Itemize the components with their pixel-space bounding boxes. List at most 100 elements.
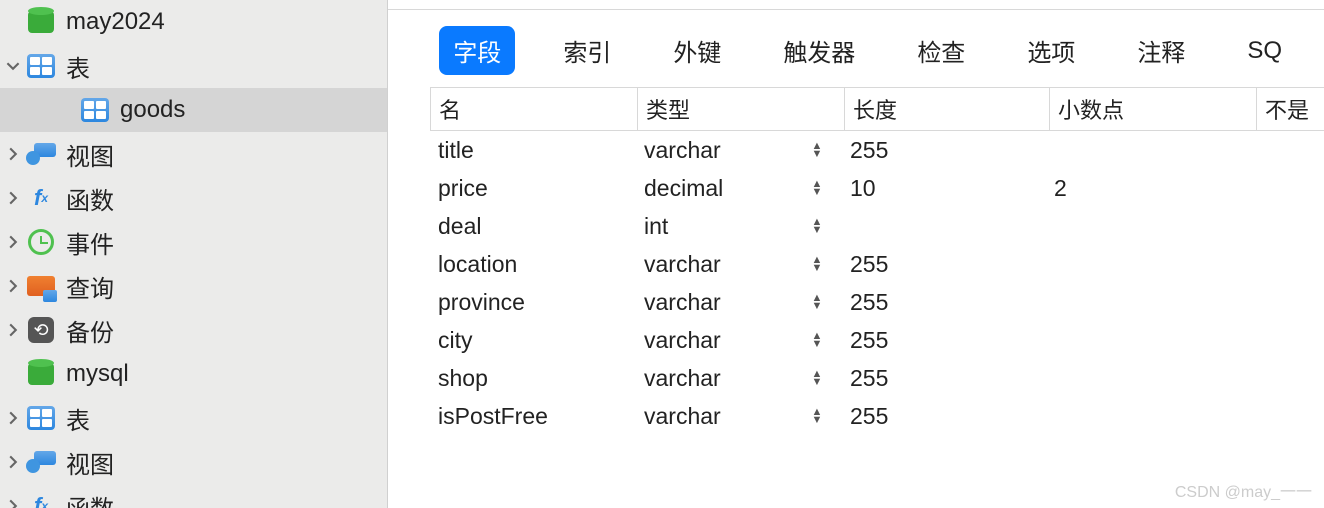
queries-label: 查询	[66, 269, 114, 304]
header-type[interactable]: 类型	[638, 93, 844, 125]
table-icon	[80, 95, 110, 125]
cell-name[interactable]: province	[430, 289, 636, 316]
sidebar-item-views-2[interactable]: 视图	[0, 440, 387, 484]
db-mysql[interactable]: mysql	[0, 352, 387, 396]
cell-type[interactable]: varchar	[636, 137, 792, 164]
cell-name[interactable]: city	[430, 327, 636, 354]
column-rows: title varchar ▲▼ 255 price decimal ▲▼ 10…	[430, 131, 1324, 435]
stepper-icon[interactable]: ▲▼	[792, 332, 842, 348]
function-icon: fx	[26, 491, 56, 508]
tables-label: 表	[66, 49, 90, 84]
sidebar-item-tables[interactable]: 表	[0, 44, 387, 88]
tabs: 字段 索引 外键 触发器 检查 选项 注释 SQ	[388, 10, 1324, 87]
table-row[interactable]: province varchar ▲▼ 255	[430, 283, 1324, 321]
functions-label: 函数	[66, 181, 114, 216]
tab-triggers[interactable]: 触发器	[769, 26, 869, 75]
watermark: CSDN @may_一一	[1175, 478, 1312, 502]
cell-type[interactable]: int	[636, 213, 792, 240]
cell-length[interactable]: 255	[842, 327, 1046, 354]
stepper-icon[interactable]: ▲▼	[792, 218, 842, 234]
columns-area: 名 类型 长度 小数点 不是 title varchar ▲▼ 255 pric…	[388, 87, 1324, 508]
header-decimals[interactable]: 小数点	[1050, 93, 1256, 125]
tab-checks[interactable]: 检查	[903, 26, 979, 75]
backup-icon: ⟲	[26, 315, 56, 345]
table-row[interactable]: isPostFree varchar ▲▼ 255	[430, 397, 1324, 435]
cell-name[interactable]: shop	[430, 365, 636, 392]
db-label: mysql	[66, 360, 129, 388]
sidebar-item-queries[interactable]: 查询	[0, 264, 387, 308]
sidebar-item-goods[interactable]: goods	[0, 88, 387, 132]
column-header-row: 名 类型 长度 小数点 不是	[430, 87, 1324, 131]
cell-length[interactable]: 255	[842, 251, 1046, 278]
stepper-icon[interactable]: ▲▼	[792, 256, 842, 272]
tab-sql[interactable]: SQ	[1233, 30, 1296, 72]
chevron-right-icon	[6, 191, 20, 205]
chevron-right-icon	[6, 455, 20, 469]
cell-length[interactable]: 255	[842, 365, 1046, 392]
tab-comment[interactable]: 注释	[1123, 26, 1199, 75]
header-notnull[interactable]: 不是	[1257, 93, 1324, 125]
chevron-right-icon	[6, 499, 20, 508]
database-icon	[26, 359, 56, 389]
table-icon	[26, 51, 56, 81]
tab-options[interactable]: 选项	[1013, 26, 1089, 75]
views-label: 视图	[66, 137, 114, 172]
table-row[interactable]: deal int ▲▼	[430, 207, 1324, 245]
function-icon: fx	[26, 183, 56, 213]
chevron-right-icon	[6, 235, 20, 249]
tables-label: 表	[66, 401, 90, 436]
db-may2024[interactable]: may2024	[0, 0, 387, 44]
tab-fields[interactable]: 字段	[439, 26, 515, 75]
stepper-icon[interactable]: ▲▼	[792, 408, 842, 424]
sidebar-item-functions[interactable]: fx 函数	[0, 176, 387, 220]
main-panel: 字段 索引 外键 触发器 检查 选项 注释 SQ 名 类型 长度 小数点 不是 …	[388, 0, 1324, 508]
table-row[interactable]: price decimal ▲▼ 10 2	[430, 169, 1324, 207]
query-icon	[26, 271, 56, 301]
functions-label: 函数	[66, 489, 114, 508]
cell-length[interactable]: 255	[842, 403, 1046, 430]
sidebar-item-backups[interactable]: ⟲ 备份	[0, 308, 387, 352]
cell-type[interactable]: decimal	[636, 175, 792, 202]
header-length[interactable]: 长度	[845, 93, 1049, 125]
sidebar-item-views[interactable]: 视图	[0, 132, 387, 176]
cell-length[interactable]: 255	[842, 289, 1046, 316]
table-row[interactable]: city varchar ▲▼ 255	[430, 321, 1324, 359]
cell-type[interactable]: varchar	[636, 289, 792, 316]
sidebar: may2024 表 goods 视图 fx 函数 事件 查询 ⟲ 备份 mysq…	[0, 0, 388, 508]
cell-type[interactable]: varchar	[636, 251, 792, 278]
tab-foreign-keys[interactable]: 外键	[659, 26, 735, 75]
sidebar-item-events[interactable]: 事件	[0, 220, 387, 264]
database-icon	[26, 7, 56, 37]
chevron-right-icon	[6, 323, 20, 337]
cell-type[interactable]: varchar	[636, 403, 792, 430]
cell-name[interactable]: title	[430, 137, 636, 164]
events-label: 事件	[66, 225, 114, 260]
cell-length[interactable]: 255	[842, 137, 1046, 164]
cell-name[interactable]: price	[430, 175, 636, 202]
table-row[interactable]: shop varchar ▲▼ 255	[430, 359, 1324, 397]
sidebar-item-functions-2[interactable]: fx 函数	[0, 484, 387, 508]
cell-name[interactable]: location	[430, 251, 636, 278]
view-icon	[26, 139, 56, 169]
views-label: 视图	[66, 445, 114, 480]
chevron-down-icon	[6, 59, 20, 73]
tab-indexes[interactable]: 索引	[549, 26, 625, 75]
goods-label: goods	[120, 96, 185, 124]
cell-name[interactable]: isPostFree	[430, 403, 636, 430]
table-row[interactable]: location varchar ▲▼ 255	[430, 245, 1324, 283]
sidebar-item-tables-2[interactable]: 表	[0, 396, 387, 440]
stepper-icon[interactable]: ▲▼	[792, 142, 842, 158]
cell-decimals[interactable]: 2	[1046, 175, 1252, 202]
stepper-icon[interactable]: ▲▼	[792, 294, 842, 310]
table-icon	[26, 403, 56, 433]
cell-name[interactable]: deal	[430, 213, 636, 240]
clock-icon	[26, 227, 56, 257]
db-label: may2024	[66, 8, 165, 36]
stepper-icon[interactable]: ▲▼	[792, 370, 842, 386]
cell-type[interactable]: varchar	[636, 327, 792, 354]
cell-type[interactable]: varchar	[636, 365, 792, 392]
table-row[interactable]: title varchar ▲▼ 255	[430, 131, 1324, 169]
stepper-icon[interactable]: ▲▼	[792, 180, 842, 196]
header-name[interactable]: 名	[431, 93, 637, 125]
cell-length[interactable]: 10	[842, 175, 1046, 202]
